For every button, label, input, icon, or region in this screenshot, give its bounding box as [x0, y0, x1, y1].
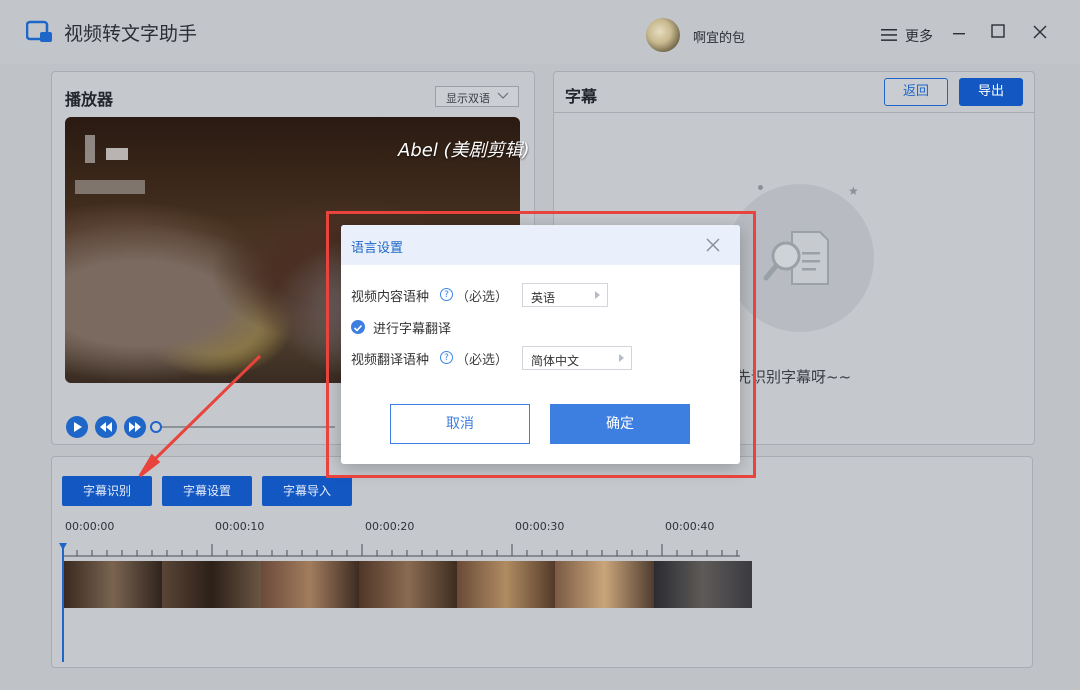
chevron-down-icon	[497, 92, 509, 99]
play-icon	[74, 422, 82, 432]
filmstrip-frame	[555, 561, 654, 608]
minimize-icon[interactable]	[951, 22, 967, 44]
subtitle-title: 字幕	[565, 87, 598, 106]
app-title: 视频转文字助手	[64, 23, 198, 45]
timeline-ruler[interactable]	[62, 544, 740, 558]
blurred-overlay	[106, 148, 128, 160]
filmstrip-frame	[653, 561, 752, 608]
export-button[interactable]: 导出	[959, 78, 1023, 106]
play-button[interactable]	[66, 416, 88, 438]
annotation-arrow-icon	[138, 354, 262, 478]
timeline-tick-label: 00:00:00	[65, 520, 115, 533]
more-menu-button[interactable]: 更多	[905, 26, 933, 46]
menu-icon[interactable]	[881, 28, 897, 42]
blurred-overlay	[85, 135, 95, 163]
timeline-tick-label: 00:00:20	[365, 520, 415, 533]
back-button[interactable]: 返回	[884, 78, 948, 106]
timeline-tick-label: 00:00:30	[515, 520, 565, 533]
playhead-marker[interactable]	[59, 543, 67, 550]
timeline-tick-label: 00:00:10	[215, 520, 265, 533]
maximize-icon[interactable]	[991, 24, 1005, 38]
avatar[interactable]	[646, 18, 680, 52]
filmstrip-frame	[260, 561, 359, 608]
filmstrip-frame	[457, 561, 556, 608]
decor-dot	[758, 185, 763, 190]
rewind-icon	[100, 422, 112, 432]
playhead[interactable]	[62, 544, 64, 662]
rewind-button[interactable]	[95, 416, 117, 438]
player-title: 播放器	[65, 90, 114, 109]
annotation-highlight-box	[326, 211, 756, 478]
close-icon[interactable]	[1032, 24, 1048, 40]
blurred-overlay	[75, 180, 145, 194]
video-watermark: Abel (美剧剪辑)	[398, 140, 530, 161]
user-name[interactable]: 啊宜的包	[693, 27, 745, 46]
filmstrip-frame	[358, 561, 458, 608]
app-logo-icon	[26, 20, 52, 42]
star-icon: ★	[848, 184, 859, 198]
document-search-icon	[763, 231, 829, 285]
video-filmstrip[interactable]	[64, 561, 752, 608]
timeline-tick-label: 00:00:40	[665, 520, 715, 533]
filmstrip-frame	[162, 561, 261, 608]
filmstrip-frame	[64, 561, 163, 608]
